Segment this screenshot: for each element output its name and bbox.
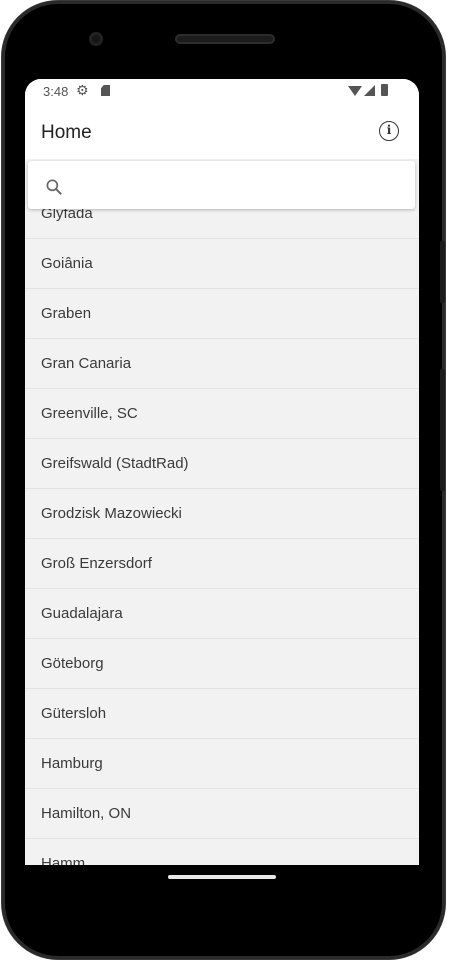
power-button — [440, 241, 445, 303]
list-item[interactable]: Gütersloh — [25, 689, 419, 739]
earpiece-speaker — [175, 34, 275, 44]
battery-icon — [381, 84, 388, 96]
search-bar[interactable] — [28, 161, 415, 209]
city-list: Glyfada Goiânia Graben Gran Canaria Greenvil… — [25, 189, 419, 865]
list-item[interactable]: Gran Canaria — [25, 339, 419, 389]
wifi-icon — [348, 86, 362, 96]
list-item[interactable]: Groß Enzersdorf — [25, 539, 419, 589]
info-icon[interactable]: i — [379, 121, 399, 141]
gear-icon: ⚙ — [76, 82, 89, 98]
list-item[interactable]: Göteborg — [25, 639, 419, 689]
list-item[interactable]: Guadalajara — [25, 589, 419, 639]
home-gesture-pill[interactable] — [168, 875, 276, 879]
list-item[interactable]: Graben — [25, 289, 419, 339]
app-screen: 3:48 ⚙ Home i Glyfada Goiânia Graben Gran C… — [25, 79, 419, 865]
list-item[interactable]: Greifswald (StadtRad) — [25, 439, 419, 489]
list-item[interactable]: Goiânia — [25, 239, 419, 289]
status-time: 3:48 — [43, 84, 69, 99]
list-item[interactable]: Hamm — [25, 839, 419, 865]
list-item[interactable]: Hamburg — [25, 739, 419, 789]
signal-icon — [364, 85, 375, 96]
front-camera — [89, 32, 103, 46]
search-icon — [46, 179, 62, 195]
list-item[interactable]: Greenville, SC — [25, 389, 419, 439]
navigation-bar — [0, 865, 449, 960]
app-bar: Home i — [25, 103, 419, 159]
sd-card-icon — [101, 85, 110, 96]
search-input[interactable] — [72, 171, 402, 199]
volume-button — [440, 369, 445, 491]
list-item[interactable]: Grodzisk Mazowiecki — [25, 489, 419, 539]
list-item[interactable]: Hamilton, ON — [25, 789, 419, 839]
status-bar: 3:48 ⚙ — [25, 79, 419, 103]
page-title: Home — [41, 122, 92, 143]
